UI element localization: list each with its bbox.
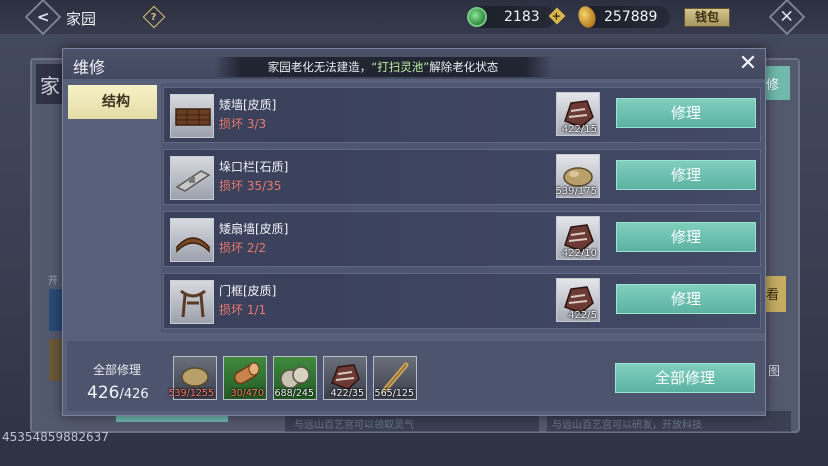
item-damage: 损坏 3/3 bbox=[219, 117, 267, 131]
material-slot[interactable]: 539/175 bbox=[555, 154, 600, 198]
background-right-char: 图 bbox=[768, 364, 781, 378]
material-count: 422/5 bbox=[568, 310, 597, 321]
total-label: 全部修理 bbox=[93, 363, 142, 377]
list-item: 矮扇墙[皮质] 损坏 2/2 422/10 修理 bbox=[163, 211, 761, 267]
background-text-1: 与远山百艺宫可以领取灵气 bbox=[294, 420, 414, 431]
tooltip-highlight: “打扫灵池” bbox=[371, 60, 430, 74]
material-slot[interactable]: 422/15 bbox=[556, 92, 600, 136]
material-count: 539/175 bbox=[555, 186, 597, 197]
material-slot[interactable]: 422/10 bbox=[556, 216, 600, 260]
dialog-title: 维修 bbox=[73, 58, 106, 77]
player-id: 45354859882637 bbox=[2, 430, 109, 444]
list-item: 门框[皮质] 损坏 1/1 422/5 修理 bbox=[163, 273, 761, 329]
list-item: 垛口栏[石质] 损坏 35/35 539/175 修理 bbox=[163, 149, 761, 205]
repair-list[interactable]: 矮墙[皮质] 损坏 3/3 422/15 修理 垛口栏[石质] 损坏 35/35… bbox=[161, 83, 765, 333]
item-damage: 损坏 1/1 bbox=[219, 303, 267, 317]
total-value: 426/426 bbox=[87, 383, 149, 403]
repair-all-button[interactable]: 全部修理 bbox=[615, 363, 755, 393]
tooltip-prefix: 家园老化无法建造， bbox=[267, 60, 372, 74]
repair-dialog: 维修 ✕ 结构 矮墙[皮质] 损坏 3/3 422/15 修理 垛口栏[石质] … bbox=[62, 48, 766, 416]
material-slot[interactable]: 565/125 bbox=[373, 356, 417, 400]
tab-structure[interactable]: 结构 bbox=[68, 85, 157, 119]
repair-button[interactable]: 修理 bbox=[616, 98, 756, 128]
material-slot[interactable]: 30/470 bbox=[223, 356, 267, 400]
material-slot[interactable]: 422/5 bbox=[556, 278, 600, 322]
material-count: 565/125 bbox=[374, 388, 414, 399]
total-current: 426 bbox=[87, 383, 120, 403]
door-frame-icon bbox=[170, 280, 214, 324]
item-damage: 损坏 35/35 bbox=[219, 179, 282, 193]
item-name: 矮墙[皮质] bbox=[219, 98, 277, 112]
coin-value: 257889 bbox=[604, 9, 658, 25]
repair-all-section: 全部修理 426/426 539/1255 30/470 688/245 422… bbox=[67, 341, 765, 411]
total-max: /426 bbox=[119, 387, 149, 402]
dialog-close-button[interactable]: ✕ bbox=[737, 53, 759, 75]
battlement-railing-icon bbox=[170, 156, 214, 200]
repair-button[interactable]: 修理 bbox=[616, 160, 756, 190]
tooltip-suffix: 解除老化状态 bbox=[429, 60, 499, 74]
background-text-2: 与远山百艺宫可以研发，开放科技 bbox=[552, 420, 702, 431]
short-wall-icon bbox=[170, 94, 214, 138]
material-count: 30/470 bbox=[230, 388, 264, 399]
close-icon: × bbox=[779, 6, 795, 28]
item-name: 门框[皮质] bbox=[219, 284, 277, 298]
repair-button[interactable]: 修理 bbox=[616, 222, 756, 252]
short-fan-wall-icon bbox=[170, 218, 214, 262]
material-count: 422/35 bbox=[330, 388, 364, 399]
item-damage: 损坏 2/2 bbox=[219, 241, 267, 255]
material-count: 422/10 bbox=[561, 248, 597, 259]
wallet-button[interactable]: 钱包 bbox=[684, 8, 730, 27]
item-name: 垛口栏[石质] bbox=[219, 160, 289, 174]
page-title: 家园 bbox=[66, 10, 97, 28]
material-count: 539/1255 bbox=[168, 388, 214, 399]
repair-button[interactable]: 修理 bbox=[616, 284, 756, 314]
list-item: 矮墙[皮质] 损坏 3/3 422/15 修理 bbox=[163, 87, 761, 143]
material-slot[interactable]: 422/35 bbox=[323, 356, 367, 400]
chevron-left-icon: < bbox=[36, 7, 50, 26]
material-slot[interactable]: 539/1255 bbox=[168, 356, 217, 400]
material-count: 422/15 bbox=[561, 124, 597, 135]
background-side-label: 开 bbox=[48, 276, 58, 287]
material-slot[interactable]: 688/245 bbox=[273, 356, 317, 400]
jade-value: 2183 bbox=[504, 9, 540, 25]
jade-icon bbox=[467, 7, 487, 27]
item-name: 矮扇墙[皮质] bbox=[219, 222, 289, 236]
aging-tooltip: 家园老化无法建造，“打扫灵池”解除老化状态 bbox=[214, 57, 552, 77]
material-count: 688/245 bbox=[274, 388, 314, 399]
